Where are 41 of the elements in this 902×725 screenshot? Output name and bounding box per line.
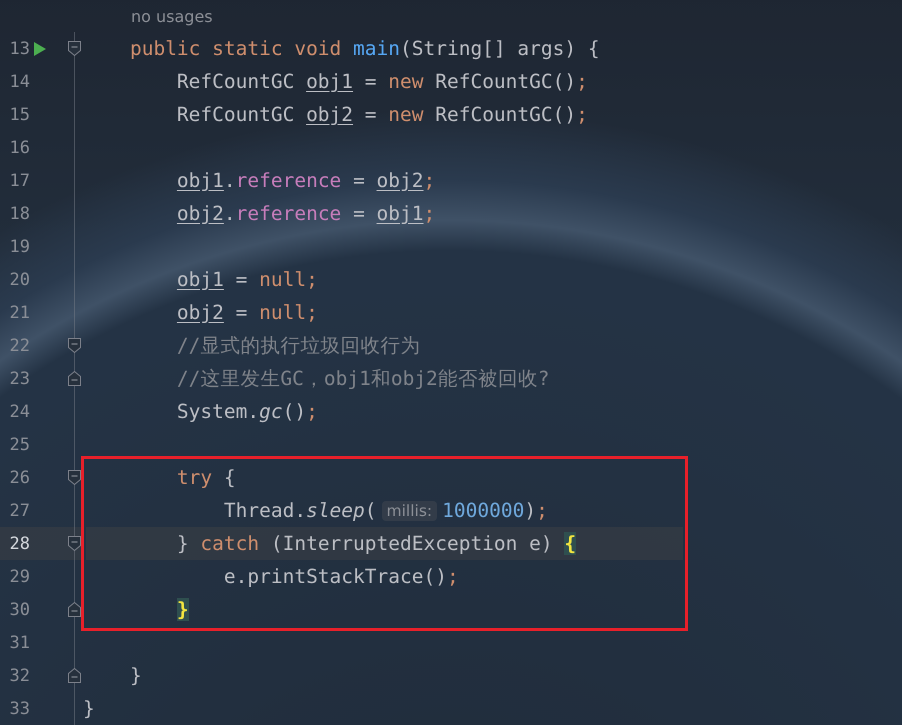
line-number: 17 xyxy=(8,170,30,190)
line-number: 25 xyxy=(8,434,30,454)
line-number: 30 xyxy=(8,600,30,620)
code-line: obj1 = null; xyxy=(176,268,318,291)
line-number: 21 xyxy=(8,302,30,322)
line-number: 27 xyxy=(8,500,30,520)
parameter-hint: millis: xyxy=(382,500,438,520)
line-number: 32 xyxy=(8,666,30,686)
code-line: try { xyxy=(176,466,236,489)
line-number: 31 xyxy=(8,632,30,652)
code-line: } catch (InterruptedException e) { xyxy=(176,532,576,555)
code-line: } xyxy=(128,664,142,687)
code-line: //显式的执行垃圾回收行为 xyxy=(176,333,420,359)
code-line: RefCountGC obj1 = new RefCountGC(); xyxy=(176,70,588,93)
code-line: e.printStackTrace(); xyxy=(222,565,459,588)
line-number: 29 xyxy=(8,566,30,586)
line-number: 15 xyxy=(8,104,30,124)
line-number: 33 xyxy=(8,698,30,718)
code-line: obj1.reference = obj2; xyxy=(176,169,436,192)
line-number: 20 xyxy=(8,270,30,290)
line-number: 19 xyxy=(8,236,30,256)
code-text: Thread.sleep( xyxy=(222,499,377,522)
line-number: 14 xyxy=(8,72,30,92)
code-line: //这里发生GC，obj1和obj2能否被回收? xyxy=(176,366,550,392)
code-line: public static void main(String[] args) { xyxy=(128,37,600,60)
line-number: 26 xyxy=(8,468,30,488)
line-number: 22 xyxy=(8,336,30,356)
run-icon[interactable] xyxy=(34,42,46,56)
usage-hint: no usages xyxy=(131,6,213,26)
line-number: 24 xyxy=(8,402,30,422)
code-line: obj2 = null; xyxy=(176,301,318,324)
code-line: RefCountGC obj2 = new RefCountGC(); xyxy=(176,103,588,126)
line-number: 28 xyxy=(8,534,30,554)
line-number: 13 xyxy=(8,38,30,58)
code-text: 1000000); xyxy=(442,499,548,522)
line-number: 23 xyxy=(8,368,30,388)
code-line: obj2.reference = obj1; xyxy=(176,202,436,225)
line-number: 18 xyxy=(8,204,30,224)
code-line: System.gc(); xyxy=(176,400,318,423)
line-number: 16 xyxy=(8,138,30,158)
code-line: } xyxy=(83,697,95,720)
